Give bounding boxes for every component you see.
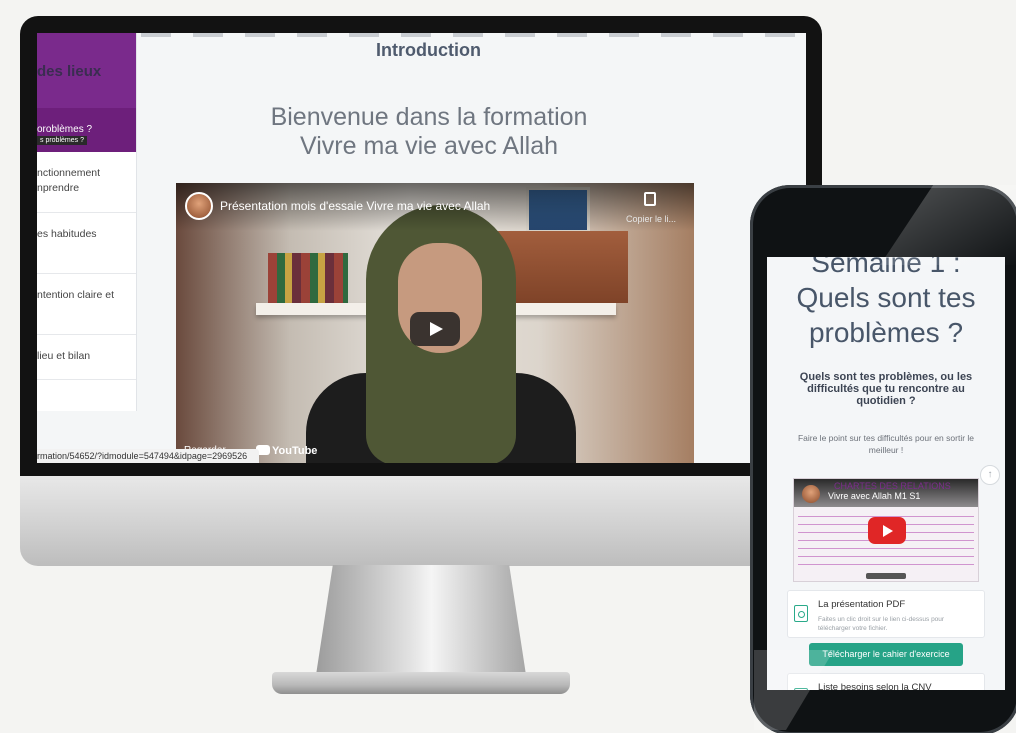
download-workbook-button[interactable]: Télécharger le cahier d'exercice <box>809 643 963 666</box>
scroll-up-icon[interactable]: ↑ <box>980 465 1000 485</box>
sidebar-item-label: es habitudes <box>37 228 97 240</box>
resource-title[interactable]: La présentation PDF <box>818 599 905 610</box>
sidebar-tooltip: s problèmes ? <box>37 136 87 145</box>
mobile-heading-line: problèmes ? <box>808 317 964 348</box>
sidebar-item-label: oroblèmes ? <box>37 124 93 135</box>
sidebar-header[interactable]: des lieux <box>37 33 136 108</box>
sidebar-item-label: nprendre <box>37 182 80 194</box>
pdf-resource-card[interactable]: La présentation PDF Faites un clic droit… <box>787 590 985 638</box>
welcome-line: Vivre ma vie avec Allah <box>300 132 558 160</box>
sidebar-item-label: nctionnement <box>37 167 101 179</box>
pdf-file-icon <box>794 605 808 622</box>
mobile-subheading: Quels sont tes problèmes, ou les difficu… <box>799 371 973 407</box>
mobile-screen: Semaine 1 : Quels sont tes problèmes ? Q… <box>767 257 1005 697</box>
monitor-stand-base <box>272 672 570 694</box>
channel-avatar[interactable] <box>185 192 213 220</box>
sidebar-item-bilan[interactable]: lieu et bilan <box>37 335 136 380</box>
status-bar-url: rmation/54652/?idmodule=547494&idpage=29… <box>37 449 259 463</box>
sidebar-item-active[interactable]: oroblèmes ? s problèmes ? <box>37 108 136 152</box>
channel-avatar[interactable] <box>802 485 820 503</box>
copy-link-icon[interactable] <box>644 192 656 206</box>
sidebar-item-fonctionnement[interactable]: nctionnement nprendre <box>37 152 136 213</box>
mobile-description: Faire le point sur tes difficultés pour … <box>797 433 975 455</box>
video-player[interactable]: Présentation mois d'essaie Vivre ma vie … <box>176 183 694 463</box>
device-mockup: des lieux oroblèmes ? s problèmes ? ncti… <box>0 0 1016 733</box>
desktop-screen: des lieux oroblèmes ? s problèmes ? ncti… <box>37 33 806 463</box>
youtube-logo[interactable]: YouTube <box>256 445 317 457</box>
video-title[interactable]: Présentation mois d'essaie Vivre ma vie … <box>220 199 490 213</box>
mobile-heading: Semaine 1 : Quels sont tes problèmes ? <box>767 257 1005 350</box>
monitor-chin <box>20 476 822 566</box>
page-title: Introduction <box>376 40 481 60</box>
video-title[interactable]: Vivre avec Allah M1 S1 <box>828 491 920 501</box>
video-controls[interactable] <box>866 573 906 579</box>
resource-description: Faites un clic droit sur le lien ci-dess… <box>818 616 945 632</box>
sidebar-item-intention[interactable]: ntention claire et <box>37 274 136 335</box>
copy-link-label[interactable]: Copier le li... <box>626 214 676 224</box>
shelf-books <box>268 253 348 303</box>
mobile-video-player[interactable]: CHARTES DES RELATIONS Vivre avec Allah M… <box>793 478 979 582</box>
youtube-brand-text: YouTube <box>272 445 318 457</box>
course-sidebar: des lieux oroblèmes ? s problèmes ? ncti… <box>37 33 137 411</box>
welcome-heading: Bienvenue dans la formation Vivre ma vie… <box>197 103 661 161</box>
monitor-stand <box>316 565 526 675</box>
sidebar-item-habitudes[interactable]: es habitudes <box>37 213 136 274</box>
play-button[interactable] <box>410 312 460 346</box>
sidebar-item-label: ntention claire et <box>37 289 115 301</box>
slide-title: CHARTES DES RELATIONS <box>834 481 951 491</box>
youtube-play-icon[interactable] <box>868 517 906 544</box>
header-divider <box>37 33 806 37</box>
mobile-heading-line: Quels sont tes <box>796 282 976 313</box>
welcome-line: Bienvenue dans la formation <box>270 103 588 131</box>
sidebar-item-label: lieu et bilan <box>37 350 91 362</box>
